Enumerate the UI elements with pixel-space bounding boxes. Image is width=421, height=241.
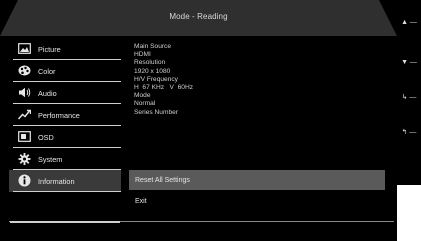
- sidebar-item-picture[interactable]: Picture: [9, 38, 121, 60]
- sidebar-item-label: OSD: [38, 132, 54, 142]
- exit-button[interactable]: Exit: [129, 191, 385, 211]
- main-source-value: HDMI: [134, 51, 151, 59]
- gear-icon: [18, 152, 31, 165]
- page-title: Mode - Reading: [169, 12, 228, 21]
- resolution-label: Resolution: [134, 59, 166, 67]
- sidebar-item-label: System: [38, 154, 63, 164]
- reset-all-settings-label: Reset All Settings: [135, 176, 190, 184]
- sidebar-item-label: Audio: [38, 88, 57, 98]
- mode-label: Mode: [134, 92, 151, 100]
- sidebar-item-osd[interactable]: OSD: [9, 126, 121, 148]
- reset-all-settings-button[interactable]: Reset All Settings: [129, 170, 385, 190]
- info-icon: [18, 174, 31, 187]
- mode-value: Normal: [134, 100, 156, 108]
- color-palette-icon: [18, 65, 31, 76]
- picture-icon: [18, 43, 31, 54]
- down-key-icon[interactable]: ▼ —: [398, 56, 420, 68]
- bottom-left-divider: [10, 221, 120, 223]
- sidebar-item-label: Performance: [38, 110, 80, 120]
- sidebar-item-color[interactable]: Color: [9, 60, 121, 82]
- enter-key-icon[interactable]: ↳ —: [398, 91, 420, 103]
- sidebar-item-audio[interactable]: Audio: [9, 82, 121, 104]
- resolution-value: 1920 x 1080: [134, 67, 171, 75]
- exit-label: Exit: [135, 197, 147, 205]
- sidebar-item-system[interactable]: System: [9, 148, 121, 170]
- title-bar: Mode - Reading: [0, 0, 397, 36]
- performance-chart-icon: [18, 109, 31, 120]
- sidebar-item-label: Picture: [38, 44, 61, 54]
- up-key-icon[interactable]: ▲ —: [398, 16, 420, 28]
- back-key-icon[interactable]: ↰ —: [398, 126, 420, 138]
- sidebar-item-performance[interactable]: Performance: [9, 104, 121, 126]
- sidebar: Picture Color Audio Performance OSD Syst…: [9, 38, 121, 192]
- main-source-label: Main Source: [134, 43, 172, 50]
- divider: [13, 191, 121, 192]
- osd-menu: Mode - Reading Picture Color Audio Perfo…: [0, 0, 397, 241]
- hv-frequency-label: H/V Frequency: [134, 75, 178, 83]
- sidebar-item-information[interactable]: Information: [9, 170, 121, 192]
- osd-icon: [18, 131, 31, 142]
- speaker-icon: [18, 87, 31, 98]
- hv-frequency-value: H 67 KHz V 60Hz: [134, 84, 193, 92]
- sidebar-item-label: Color: [38, 66, 56, 76]
- series-number-label: Series Number: [134, 108, 178, 116]
- sidebar-item-label: Information: [38, 176, 75, 186]
- information-panel: Main Source HDMI Resolution 1920 x 1080 …: [134, 43, 193, 117]
